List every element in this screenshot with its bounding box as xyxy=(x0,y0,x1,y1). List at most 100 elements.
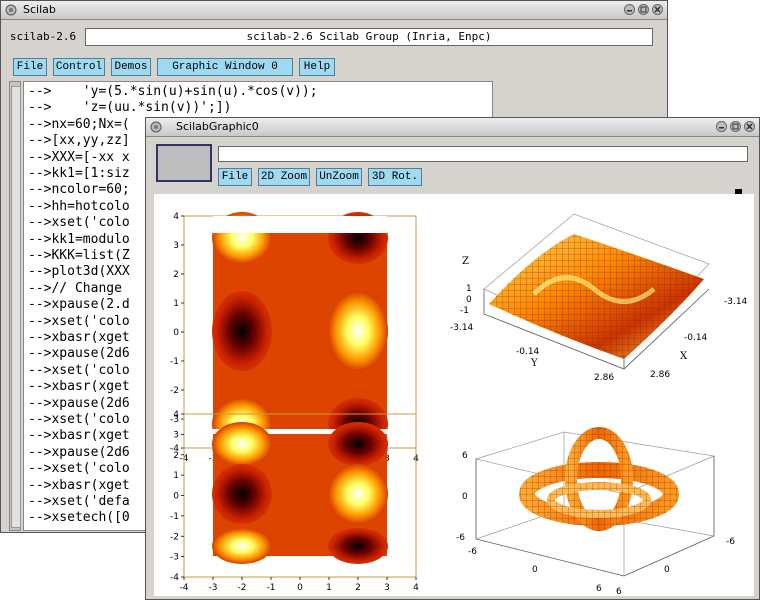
torus-z-tick-bottom: -6 xyxy=(456,533,465,543)
console-line: -->xset('colo xyxy=(28,362,130,378)
torus-z-tick-mid: 0 xyxy=(462,492,468,502)
console-line: -->xset('colo xyxy=(28,215,130,231)
surf-x-label: X xyxy=(680,351,688,362)
heatmap-bottom-x-tick-label: -2 xyxy=(238,583,247,593)
graphic-3d-rot-button[interactable]: 3D Rot. xyxy=(368,168,422,186)
menu-file-button[interactable]: File xyxy=(13,58,47,76)
graphic-window-title: ScilabGraphic0 xyxy=(176,120,259,133)
torus-x-tick-zero: 0 xyxy=(532,565,538,575)
heatmap-bottom-x-tick-label: -3 xyxy=(209,583,218,593)
maximize-icon[interactable] xyxy=(730,121,741,132)
heatmap-bottom-x-tick-label: 1 xyxy=(326,583,332,593)
console-line: -->xpause(2.d xyxy=(28,297,130,313)
graphic-file-button[interactable]: File xyxy=(218,168,252,186)
minimize-icon[interactable] xyxy=(716,121,727,132)
surf-z-tick-mid: 0 xyxy=(466,295,472,305)
menu-control-button[interactable]: Control xyxy=(53,58,105,76)
console-line: -->kk1=[1:siz xyxy=(28,166,130,181)
heatmap-bottom-y-tick-label: 0 xyxy=(173,492,179,502)
console-line: -->nx=60;Nx=( xyxy=(28,116,130,132)
heatmap-bottom-y-tick-label: 1 xyxy=(173,471,179,481)
graphic-canvas[interactable]: -4-3-2-10123443210-1-2-3-4 -4-3-2-101234… xyxy=(154,194,754,596)
menu-demos-button[interactable]: Demos xyxy=(111,58,151,76)
console-line: -->plot3d(XXX xyxy=(28,264,130,280)
heatmap-bottom-x-tick-label: 0 xyxy=(297,583,303,593)
surf-y-tick-first: -3.14 xyxy=(450,323,474,333)
heatmap-bottom-y-tick-label: 4 xyxy=(173,410,179,420)
console-line: -->xset('defa xyxy=(28,494,130,509)
console-line: -->[xx,yy,zz] xyxy=(28,133,130,149)
surf-x-tick-last: 2.86 xyxy=(650,370,670,380)
console-line: -->xpause(2d6 xyxy=(28,395,130,411)
scilab-app-icon xyxy=(150,121,162,133)
console-line: --> 'y=(5.*sin(u)+sin(u).*cos(v)); xyxy=(28,84,318,99)
main-window-title: Scilab xyxy=(23,3,56,16)
console-scrollbar[interactable] xyxy=(9,81,21,531)
torus-z-tick-top: 6 xyxy=(462,451,468,461)
maximize-icon[interactable] xyxy=(638,4,649,15)
surf-x-tick-first: -3.14 xyxy=(724,297,748,307)
heatmap-bottom-y-tick-label: -2 xyxy=(170,532,179,542)
heatmap-bottom-y-tick-label: 3 xyxy=(173,430,179,440)
console-line: -->xbasr(xget xyxy=(28,330,130,345)
heatmap-bottom-x-tick-label: -1 xyxy=(267,583,276,593)
heatmap-top-y-tick-label: 4 xyxy=(173,212,179,222)
heatmap-bottom-y-tick-label: 2 xyxy=(173,451,179,461)
heatmap-bottom-y-tick-label: -4 xyxy=(170,573,179,583)
graphic-message-field xyxy=(218,146,748,162)
main-titlebar[interactable]: Scilab xyxy=(1,1,667,20)
graphic-titlebar[interactable]: ScilabGraphic0 xyxy=(146,118,759,137)
heatmap-bottom-y-tick-label: -3 xyxy=(170,553,179,563)
console-line: -->ncolor=60; xyxy=(28,182,130,198)
header-banner: scilab-2.6 Scilab Group (Inria, Enpc) xyxy=(85,28,653,46)
heatmap-bottom-y-tick-label: -1 xyxy=(170,512,179,522)
surf-y-label: Y xyxy=(530,358,538,369)
console-line: -->xbasr(xget xyxy=(28,428,130,444)
torus-x-tick-neg: -6 xyxy=(468,547,477,557)
surf-y-tick-last: 2.86 xyxy=(594,373,614,383)
surf-z-tick-bottom: -1 xyxy=(460,306,469,316)
console-line: -->// Change xyxy=(28,280,122,296)
heatmap-top-y-tick-label: 2 xyxy=(173,270,179,280)
torus-y-tick-pos: 6 xyxy=(616,587,622,596)
console-line: -->xset('colo xyxy=(28,461,130,477)
console-line: -->xsetech([0 xyxy=(28,510,130,526)
console-line: -->xbasr(xget xyxy=(28,379,130,395)
console-line: -->xpause(2d6 xyxy=(28,444,130,460)
console-line: -->xset('colo xyxy=(28,313,130,329)
heatmap-top-y-tick-label: 1 xyxy=(173,299,179,309)
heatmap-top-y-tick-label: -2 xyxy=(170,386,179,396)
torus-x-tick-pos: 6 xyxy=(596,584,602,594)
surf-z-label: Z xyxy=(462,256,469,267)
close-icon[interactable] xyxy=(744,121,755,132)
console-line: -->xpause(2d6 xyxy=(28,346,130,362)
minimize-icon[interactable] xyxy=(624,4,635,15)
version-tab[interactable]: scilab-2.6 xyxy=(7,27,79,47)
heatmap-top-y-tick-label: 0 xyxy=(173,328,179,338)
surface-3d-plot: Z 1 0 -1 -3.14 -0.14 Y 2.86 -3.14 -0.14 … xyxy=(450,213,748,383)
close-icon[interactable] xyxy=(652,4,663,15)
console-line: -->xset('colo xyxy=(28,412,130,427)
graphic-2d-zoom-button[interactable]: 2D Zoom xyxy=(258,168,310,186)
console-line: -->XXX=[-xx x xyxy=(28,149,130,165)
surf-y-tick-mid: -0.14 xyxy=(516,347,540,357)
heatmap-bottom-x-tick-label: -4 xyxy=(180,583,189,593)
heatmap-top-y-tick-label: 3 xyxy=(173,241,179,251)
torus-y-tick-neg: -6 xyxy=(726,537,735,547)
torus-3d-plot: 6 0 -6 -6 0 6 -6 0 6 xyxy=(456,427,735,596)
scrollbar-thumb[interactable] xyxy=(11,86,21,528)
surf-z-tick-top: 1 xyxy=(466,284,472,294)
scilab-app-icon xyxy=(5,4,17,16)
menu-graphic-window-button[interactable]: Graphic Window 0 xyxy=(157,58,293,76)
console-line: -->KKK=list(Z xyxy=(28,248,130,263)
menu-help-button[interactable]: Help xyxy=(299,58,335,76)
scilab-graphic-window: ScilabGraphic0 File 2D Zoom UnZoom 3D Ro… xyxy=(145,117,760,600)
torus-y-tick-zero: 0 xyxy=(664,565,670,575)
heatmap-bottom-x-tick-label: 4 xyxy=(413,583,419,593)
heatmap-bottom-x-tick-label: 3 xyxy=(384,583,390,593)
heatmap-bottom-x-tick-label: 2 xyxy=(355,583,361,593)
heatmap-top-y-tick-label: -1 xyxy=(170,357,179,367)
console-line: -->xbasr(xget xyxy=(28,477,130,493)
graphic-unzoom-button[interactable]: UnZoom xyxy=(316,168,362,186)
heatmap-bottom xyxy=(183,413,417,578)
